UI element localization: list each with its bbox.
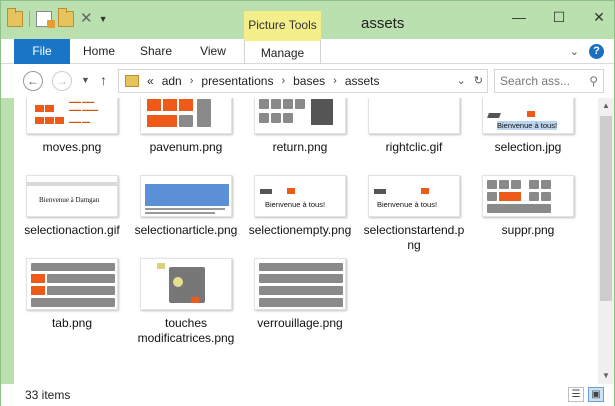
tab-view[interactable]: View (185, 39, 241, 64)
file-name: return.png (272, 140, 328, 154)
recent-locations-icon[interactable]: ▼ (81, 75, 90, 85)
file-item[interactable]: return.png (246, 98, 354, 155)
folder-icon (7, 8, 23, 27)
address-overflow[interactable]: « (147, 74, 154, 88)
thumb-caption: Bienvenue à Damgan (39, 196, 100, 204)
file-name: selectionaction.gif (24, 223, 120, 237)
file-item[interactable]: ▬▬▬ ▬▬▬ ▬▬▬ ▬▬▬▬ ▬▬▬ ▬▬ moves.png (18, 98, 126, 155)
refresh-icon[interactable]: ↻ (474, 74, 483, 87)
address-tail: ⌄ ↻ (457, 74, 483, 87)
file-item[interactable]: selectionarticle.png (132, 175, 240, 238)
view-switcher: ☰ ▣ (568, 387, 604, 402)
thumb-caption: Bienvenue à tous! (265, 200, 326, 209)
details-view-icon[interactable]: ☰ (568, 387, 584, 402)
properties-icon[interactable] (36, 11, 55, 28)
scroll-up-icon[interactable]: ▲ (598, 98, 614, 114)
tab-share[interactable]: Share (127, 39, 185, 64)
close-button[interactable]: ✕ (590, 9, 608, 25)
file-thumbnail (140, 175, 232, 217)
chevron-right-icon[interactable]: › (281, 75, 285, 87)
file-item[interactable]: suppr.png (474, 175, 582, 238)
file-name: verrouillage.png (257, 316, 343, 330)
vertical-scrollbar[interactable]: ▲ ▼ (598, 98, 614, 384)
ribbon-tabs: File Home Share View Manage ⌄ ? (1, 39, 614, 64)
search-icon[interactable]: ⚲ (589, 74, 598, 88)
file-thumbnail: ▬▬▬ ▬▬▬ ▬▬▬ ▬▬▬▬ ▬▬▬ ▬▬ (26, 98, 118, 134)
search-placeholder: Search ass... (500, 74, 571, 88)
new-folder-icon[interactable] (58, 8, 74, 27)
item-count: 33 items (25, 388, 71, 402)
scroll-down-icon[interactable]: ▼ (598, 368, 614, 384)
quick-access-toolbar: ✕ ▼ (7, 8, 108, 28)
file-thumbnail (254, 98, 346, 134)
file-item[interactable]: touches modificatrices.png (132, 258, 240, 346)
search-box[interactable]: Search ass... ⚲ (494, 69, 604, 93)
scroll-thumb[interactable] (600, 116, 612, 301)
file-item[interactable]: verrouillage.png (246, 258, 354, 331)
window-title: assets (361, 15, 405, 32)
file-item[interactable]: Bienvenue à tous! selection.jpg (474, 98, 582, 155)
tab-file[interactable]: File (14, 39, 70, 64)
file-thumbnail (140, 98, 232, 134)
file-thumbnail: Bienvenue à Damgan (26, 175, 118, 217)
file-name: suppr.png (501, 223, 555, 237)
file-view[interactable]: ▬▬▬ ▬▬▬ ▬▬▬ ▬▬▬▬ ▬▬▬ ▬▬ moves.png pavenu… (14, 98, 598, 384)
file-thumbnail: Bienvenue à tous! (482, 98, 574, 134)
file-name: pavenum.png (149, 140, 223, 154)
chevron-right-icon[interactable]: › (190, 75, 194, 87)
help-icon[interactable]: ? (589, 44, 604, 59)
minimize-button[interactable]: — (510, 9, 528, 25)
address-dropdown-icon[interactable]: ⌄ (457, 74, 466, 87)
explorer-window: ✕ ▼ Picture Tools assets — ☐ ✕ File Home… (0, 0, 615, 406)
file-item[interactable]: Bienvenue à Damgan selectionaction.gif (18, 175, 126, 238)
file-name: selectionarticle.png (134, 223, 238, 237)
file-name: touches modificatrices.png (137, 316, 235, 345)
delete-icon[interactable]: ✕ (80, 11, 93, 27)
breadcrumb-presentations[interactable]: presentations (201, 74, 273, 88)
file-item[interactable]: Bienvenue à tous! selectionempty.png (246, 175, 354, 238)
maximize-button[interactable]: ☐ (550, 9, 568, 25)
expand-ribbon-icon[interactable]: ⌄ (570, 45, 579, 58)
file-thumbnail (368, 98, 460, 134)
file-thumbnail: Bienvenue à tous! (254, 175, 346, 217)
thumb-caption: Bienvenue à tous! (497, 121, 558, 130)
file-name: moves.png (42, 140, 102, 154)
forward-button[interactable]: → (52, 71, 72, 91)
breadcrumb-adn[interactable]: adn (162, 74, 182, 88)
chevron-right-icon[interactable]: › (333, 75, 337, 87)
file-thumbnail (482, 175, 574, 217)
back-button[interactable]: ← (23, 71, 43, 91)
window-controls: — ☐ ✕ (510, 9, 608, 25)
file-thumbnail (254, 258, 346, 310)
file-thumbnail (140, 258, 232, 310)
title-bar: ✕ ▼ Picture Tools assets — ☐ ✕ (1, 1, 614, 39)
picture-tools-label: Picture Tools (244, 11, 321, 39)
file-name: selection.jpg (494, 140, 562, 154)
breadcrumb-bases[interactable]: bases (293, 74, 325, 88)
file-item[interactable]: Bienvenue à tous! selectionstartend.png (360, 175, 468, 253)
large-icons-view-icon[interactable]: ▣ (588, 387, 604, 402)
tab-manage[interactable]: Manage (244, 39, 321, 64)
customize-toolbar-icon[interactable]: ▼ (99, 14, 108, 24)
thumb-caption: Bienvenue à tous! (377, 200, 438, 209)
address-folder-icon (125, 75, 139, 87)
tab-home[interactable]: Home (71, 39, 127, 64)
navigation-bar: ← → ▼ ↑ « adn › presentations › bases › … (1, 64, 614, 98)
file-name: selectionstartend.png (363, 223, 465, 252)
file-thumbnail (26, 258, 118, 310)
breadcrumb-assets[interactable]: assets (345, 74, 380, 88)
address-bar[interactable]: « adn › presentations › bases › assets ⌄… (118, 69, 488, 93)
file-name: selectionempty.png (248, 223, 352, 237)
toolbar-divider (29, 11, 30, 27)
status-bar: 33 items ☰ ▣ (1, 384, 614, 406)
file-item[interactable]: rightclic.gif (360, 98, 468, 155)
file-name: tab.png (51, 316, 93, 330)
ribbon-controls: ⌄ ? (570, 44, 604, 59)
file-item[interactable]: tab.png (18, 258, 126, 331)
file-thumbnail: Bienvenue à tous! (368, 175, 460, 217)
file-item[interactable]: pavenum.png (132, 98, 240, 155)
up-button[interactable]: ↑ (100, 72, 107, 88)
file-name: rightclic.gif (385, 140, 443, 154)
